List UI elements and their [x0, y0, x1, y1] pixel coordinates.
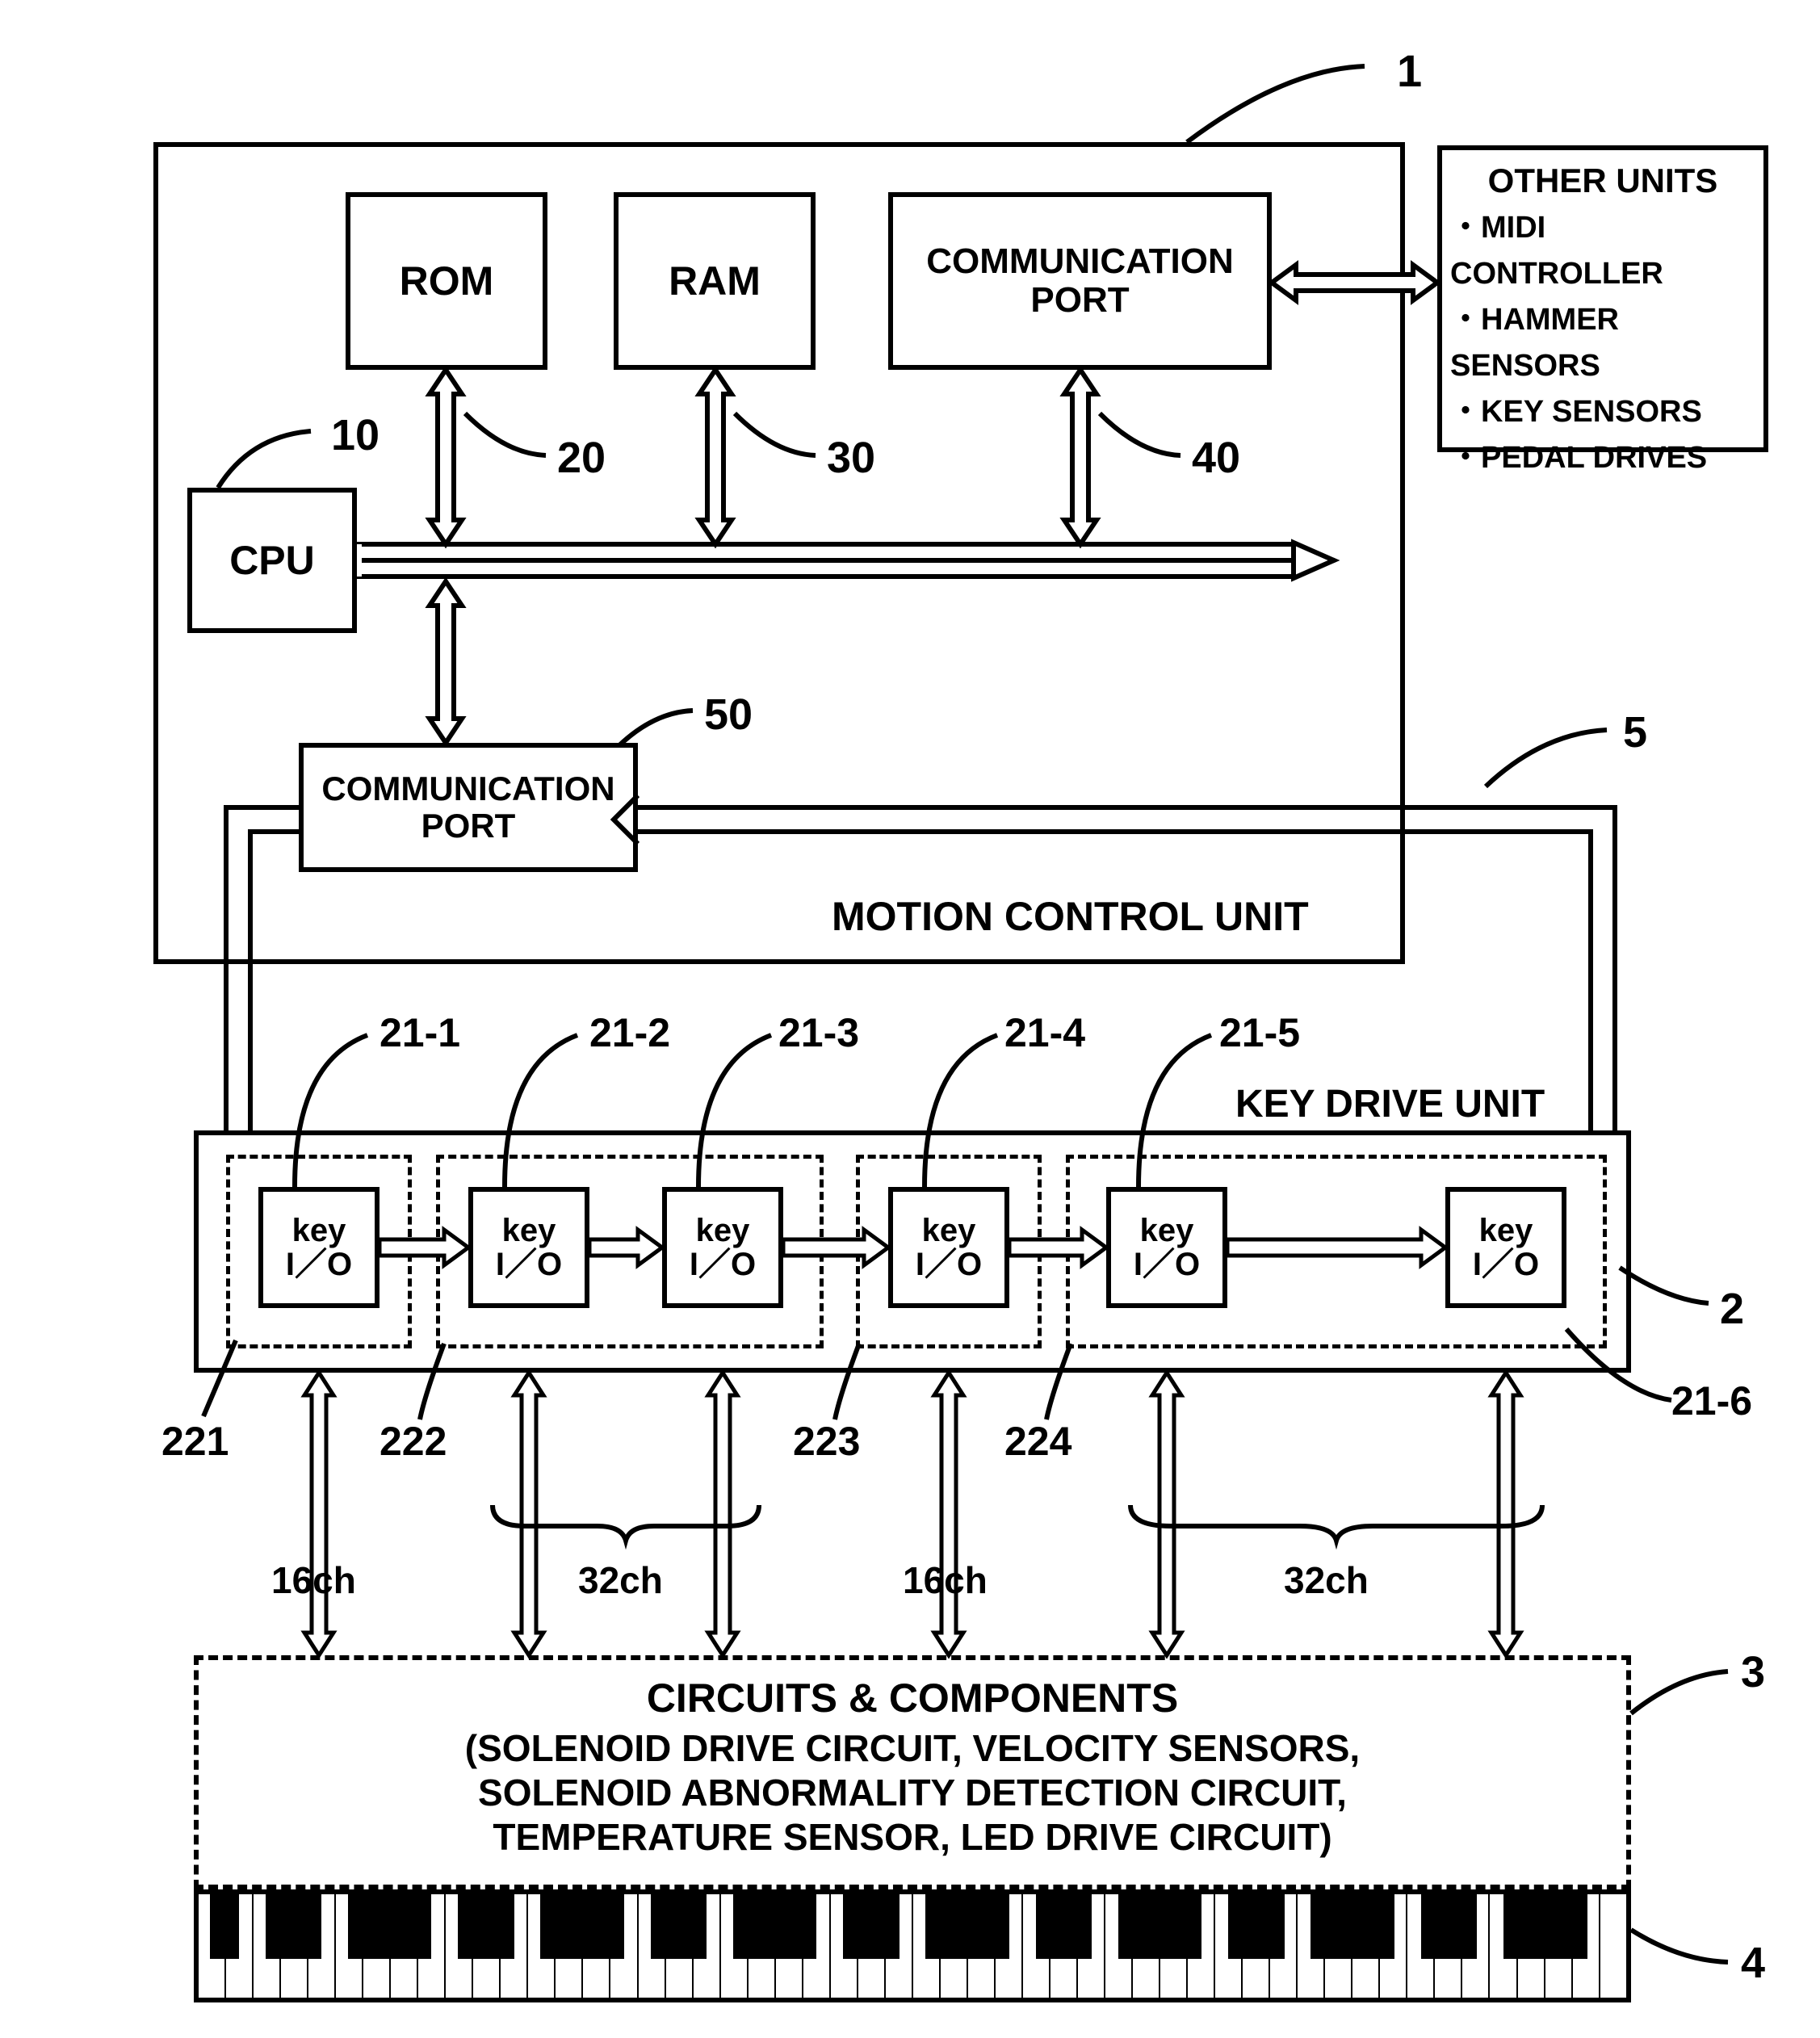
brace-222 [493, 1502, 759, 1542]
other-units-item-3: ・PEDAL DRIVES [1450, 435, 1707, 481]
ref-21-6: 21-6 [1671, 1378, 1752, 1424]
keyio-arrow-1-2 [380, 1227, 468, 1268]
keyio-3: key I／O [662, 1187, 783, 1308]
cpu-comm2-conn [421, 581, 470, 743]
ref-21-1: 21-1 [380, 1009, 460, 1056]
keyio-4-label: key I／O [916, 1214, 982, 1281]
ref-comm2: 50 [704, 690, 753, 740]
ref-ram: 30 [827, 433, 875, 483]
comm-port-top-label: COMMUNICATION PORT [926, 242, 1233, 321]
other-units-item-0: ・MIDI CONTROLLER [1450, 205, 1755, 297]
keyio-5: key I／O [1106, 1187, 1227, 1308]
ref-21-5: 21-5 [1219, 1009, 1300, 1056]
vconn-4 [927, 1373, 971, 1655]
ram-label: RAM [669, 258, 761, 304]
keyio-3-label: key I／O [690, 1214, 756, 1281]
comm1-otherunits-conn [1272, 258, 1437, 307]
other-units-item-1: ・HAMMER SENSORS [1450, 297, 1755, 389]
leader-ref-2 [1620, 1260, 1717, 1311]
leader-21-5 [1130, 1030, 1219, 1192]
leader-ref-40 [1100, 413, 1189, 462]
ref-comm1: 40 [1192, 433, 1240, 483]
cpu-bus-horizontal [357, 536, 1342, 585]
ref-222: 222 [380, 1418, 447, 1465]
ram-block: RAM [614, 192, 816, 370]
keyio-arrow-4-5 [1009, 1227, 1106, 1268]
ref-keyboard: 4 [1741, 1938, 1765, 1988]
ch-label-2: 16ch [903, 1558, 988, 1602]
other-units-item-2: ・KEY SENSORS [1450, 389, 1702, 435]
cpu-label: CPU [229, 537, 315, 584]
keyio-arrow-3-4 [783, 1227, 888, 1268]
ch-label-0: 16ch [271, 1558, 356, 1602]
comm-port-top: COMMUNICATION PORT [888, 192, 1272, 370]
keyio-6-label: key I／O [1473, 1214, 1539, 1281]
circuits-body: (SOLENOID DRIVE CIRCUIT, VELOCITY SENSOR… [199, 1726, 1626, 1860]
other-units-title: OTHER UNITS [1488, 161, 1718, 200]
cpu-block: CPU [187, 488, 357, 633]
rom-label: ROM [400, 258, 494, 304]
ref-mcu: 1 [1397, 44, 1422, 97]
keyio-6: key I／O [1445, 1187, 1566, 1308]
leader-ref-20 [465, 413, 554, 462]
leader-ref-50 [619, 707, 699, 753]
ref-21-3: 21-3 [778, 1009, 859, 1056]
keyio-5-label: key I／O [1134, 1214, 1200, 1281]
keyio-1-label: key I／O [286, 1214, 352, 1281]
leader-21-6 [1566, 1329, 1680, 1410]
ref-223: 223 [793, 1418, 860, 1465]
ref-busloop: 5 [1623, 707, 1647, 757]
keyboard [194, 1889, 1631, 2002]
ref-221: 221 [161, 1418, 229, 1465]
ram-bus-conn [691, 370, 740, 544]
ch-label-1: 32ch [578, 1558, 663, 1602]
other-units-box: OTHER UNITS ・MIDI CONTROLLER ・HAMMER SEN… [1437, 145, 1768, 452]
leader-21-3 [690, 1030, 779, 1192]
keyio-arrow-5-6 [1227, 1227, 1445, 1268]
ref-224: 224 [1004, 1418, 1071, 1465]
brace-224 [1130, 1502, 1542, 1542]
ch-label-3: 32ch [1284, 1558, 1369, 1602]
keyio-2-label: key I／O [496, 1214, 562, 1281]
leader-ref-4 [1631, 1922, 1736, 1970]
leader-221 [203, 1340, 284, 1421]
leader-ref-3 [1631, 1668, 1736, 1720]
rom-bus-conn [421, 370, 470, 544]
vconn-1 [297, 1373, 341, 1655]
ref-kdu: 2 [1720, 1284, 1744, 1334]
keyio-1: key I／O [258, 1187, 380, 1308]
leader-ref-30 [735, 413, 824, 462]
leader-ref-5 [1486, 727, 1615, 791]
leader-21-1 [287, 1030, 375, 1192]
leader-ref-1 [1187, 61, 1381, 150]
circuits-title: CIRCUITS & COMPONENTS [199, 1675, 1626, 1721]
ref-21-2: 21-2 [589, 1009, 670, 1056]
keyio-arrow-2-3 [589, 1227, 662, 1268]
leader-222 [420, 1344, 493, 1424]
ref-cpu: 10 [331, 410, 380, 460]
kdu-label: KEY DRIVE UNIT [1235, 1082, 1545, 1126]
leader-21-4 [916, 1030, 1005, 1192]
ref-21-4: 21-4 [1004, 1009, 1085, 1056]
keyio-2: key I／O [468, 1187, 589, 1308]
leader-21-2 [497, 1030, 585, 1192]
circuits-box: CIRCUITS & COMPONENTS (SOLENOID DRIVE CI… [194, 1655, 1631, 1889]
keyio-4: key I／O [888, 1187, 1009, 1308]
ref-rom: 20 [557, 433, 606, 483]
rom-block: ROM [346, 192, 547, 370]
leader-223 [835, 1344, 908, 1424]
ref-circuits: 3 [1741, 1647, 1765, 1697]
leader-ref-10 [218, 428, 323, 493]
leader-224 [1046, 1344, 1119, 1424]
comm1-bus-conn [1056, 370, 1105, 544]
